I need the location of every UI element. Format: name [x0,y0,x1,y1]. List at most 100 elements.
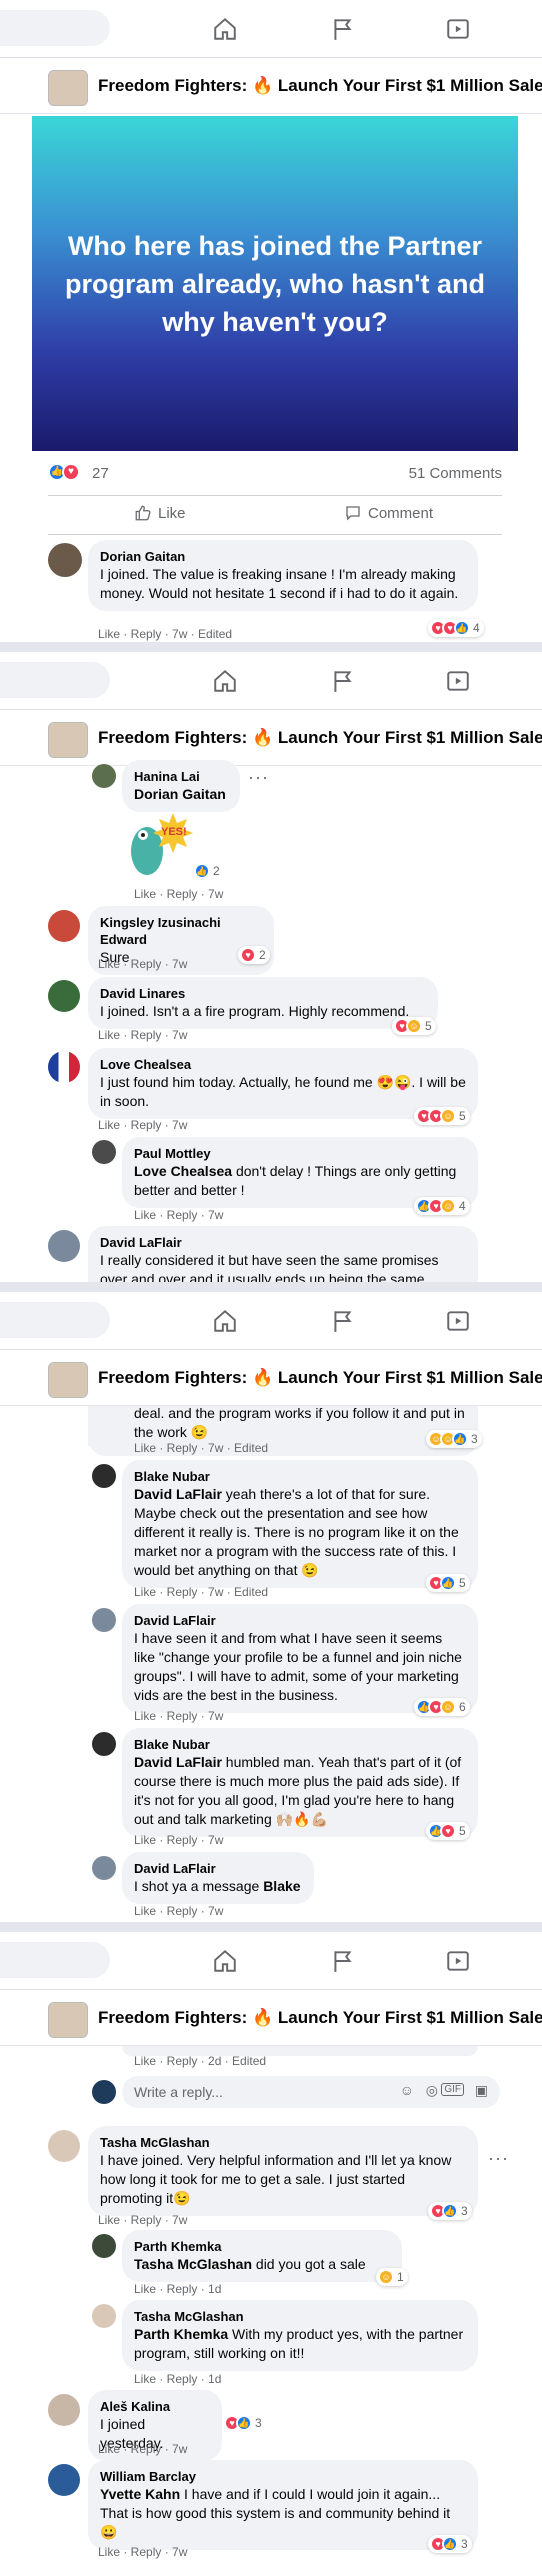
comment-meta[interactable]: Like · Reply · 7w · Edited [98,627,232,641]
comment-reactions[interactable]: ♥ 👍 3 [428,2535,472,2553]
post-reactions-row[interactable]: 👍 ♥ 27 51 Comments [48,460,502,488]
reply-input[interactable]: Write a reply... ☺ ◎ GIF ▣ [122,2076,500,2108]
commenter-name[interactable]: Love Chealsea [100,1056,466,1073]
tagged-user[interactable]: David LaFlair [134,1486,222,1502]
avatar[interactable] [92,1140,116,1164]
sticker-icon[interactable]: ▣ [475,2082,488,2099]
avatar[interactable] [48,2130,80,2162]
commenter-name[interactable]: David Linares [100,985,426,1002]
tagged-user[interactable]: Tasha McGlashan [134,2256,252,2272]
avatar[interactable] [48,543,82,577]
comment-meta[interactable]: Like · Reply · 7w [134,1833,223,1847]
avatar[interactable] [48,2394,80,2426]
commenter-name[interactable]: Paul Mottley [134,1145,466,1162]
more-options-icon[interactable]: ··· [248,767,269,788]
commenter-name[interactable]: Hanina Lai [134,768,228,785]
commenter-name[interactable]: Kingsley Izusinachi Edward [100,914,262,948]
commenter-name[interactable]: David LaFlair [134,1860,302,1877]
flag-icon[interactable] [328,666,358,696]
commenter-name[interactable]: Dorian Gaitan [100,548,466,565]
home-icon[interactable] [210,1306,240,1336]
video-icon[interactable] [443,1946,473,1976]
comment-reactions[interactable]: ♥ 2 [238,946,270,964]
avatar[interactable] [92,764,116,788]
comment-meta[interactable]: Like · Reply · 7w [98,2442,187,2456]
tagged-user[interactable]: David LaFlair [134,1754,222,1770]
avatar[interactable] [48,910,80,942]
comment-reactions[interactable]: 👍 ♥ 5 [426,1822,470,1840]
comment-reactions[interactable]: ♥ 👍 5 [426,1574,470,1592]
video-icon[interactable] [443,1306,473,1336]
flag-icon[interactable] [328,1946,358,1976]
avatar[interactable] [92,2234,116,2258]
comment-reactions[interactable]: ♥ 👍 3 [222,2414,266,2432]
commenter-name[interactable]: Blake Nubar [134,1468,466,1485]
group-header[interactable]: Freedom Fighters: 🔥 Launch Your First $1… [0,58,542,114]
search-pill[interactable] [0,1942,110,1978]
home-icon[interactable] [210,1946,240,1976]
comment-reactions[interactable]: ☺ ☺ 👍 3 [426,1430,482,1448]
commenter-name[interactable]: Aleš Kalina [100,2398,210,2415]
comment-meta[interactable]: Like · Reply · 7w [98,2213,187,2227]
video-icon[interactable] [443,666,473,696]
like-button[interactable]: Like [134,504,186,522]
commenter-name[interactable]: Tasha McGlashan [100,2134,466,2151]
tagged-user[interactable]: Yvette Kahn [100,2486,180,2502]
comment-meta[interactable]: Like · Reply · 1d [134,2282,221,2296]
commenter-name[interactable]: Tasha McGlashan [134,2308,466,2325]
comment-reactions[interactable]: ♥ 👍 3 [428,2202,472,2220]
avatar[interactable] [92,1856,116,1880]
flag-icon[interactable] [328,1306,358,1336]
comment-meta[interactable]: Like · Reply · 2d · Edited [134,2054,266,2068]
more-options-icon[interactable]: ··· [488,2148,509,2169]
comment-meta[interactable]: Like · Reply · 7w · Edited [134,1441,268,1455]
comment-meta[interactable]: Like · Reply · 7w [134,1208,223,1222]
comment-reactions[interactable]: 👍 ♥ ☺ 6 [414,1698,470,1716]
comment-meta[interactable]: Like · Reply · 7w [98,1028,187,1042]
avatar[interactable] [92,2304,116,2328]
home-icon[interactable] [210,666,240,696]
comment-meta[interactable]: Like · Reply · 7w [98,2545,187,2559]
comment-meta[interactable]: Like · Reply · 7w [134,1904,223,1918]
commenter-name[interactable]: David LaFlair [100,1234,466,1251]
comment-meta[interactable]: Like · Reply · 7w [134,1709,223,1723]
comment-count[interactable]: 51 Comments [409,465,502,482]
avatar[interactable] [92,1464,116,1488]
avatar[interactable] [48,980,80,1012]
avatar[interactable] [48,1230,80,1262]
tagged-user[interactable]: Blake [263,1878,300,1894]
comment-reactions[interactable]: ♥ ☺ 5 [392,1017,436,1035]
avatar[interactable] [48,1051,80,1083]
comment-reactions[interactable]: ☺ 1 [376,2268,408,2286]
group-header[interactable]: Freedom Fighters: 🔥 Launch Your First $1… [0,1350,542,1406]
commenter-name[interactable]: William Barclay [100,2468,466,2485]
emoji-icon[interactable]: ☺ [400,2082,414,2098]
group-header[interactable]: Freedom Fighters: 🔥 Launch Your First $1… [0,710,542,766]
comment-meta[interactable]: Like · Reply · 1d [134,2372,221,2386]
comment-reactions[interactable]: 👍 ♥ ☺ 4 [414,1197,470,1215]
comment-meta[interactable]: Like · Reply · 7w · Edited [134,1585,268,1599]
avatar[interactable] [92,1732,116,1756]
gif-icon[interactable]: GIF [441,2083,464,2096]
comment-reactions[interactable]: ♥ ♥ ☺ 5 [414,1107,470,1125]
avatar[interactable] [48,2464,80,2496]
search-pill[interactable] [0,1302,110,1338]
tagged-user[interactable]: Love Chealsea [134,1163,232,1179]
search-pill[interactable] [0,662,110,698]
comment-meta[interactable]: Like · Reply · 7w [134,887,223,901]
flag-icon[interactable] [328,14,358,44]
search-pill[interactable] [0,10,110,46]
commenter-name[interactable]: Blake Nubar [134,1736,466,1753]
comment-meta[interactable]: Like · Reply · 7w [98,1118,187,1132]
comment-reactions[interactable]: ♥ ♥ 👍 4 [428,619,484,637]
home-icon[interactable] [210,14,240,44]
group-header[interactable]: Freedom Fighters: 🔥 Launch Your First $1… [0,1990,542,2046]
comment-button[interactable]: Comment [344,504,433,522]
commenter-name[interactable]: Parth Khemka [134,2238,390,2255]
avatar[interactable] [92,1608,116,1632]
camera-icon[interactable]: ◎ [426,2082,438,2099]
video-icon[interactable] [443,14,473,44]
comment-reactions[interactable]: 👍 2 [192,862,224,880]
tagged-user[interactable]: Dorian Gaitan [134,786,226,802]
commenter-name[interactable]: David LaFlair [134,1612,466,1629]
